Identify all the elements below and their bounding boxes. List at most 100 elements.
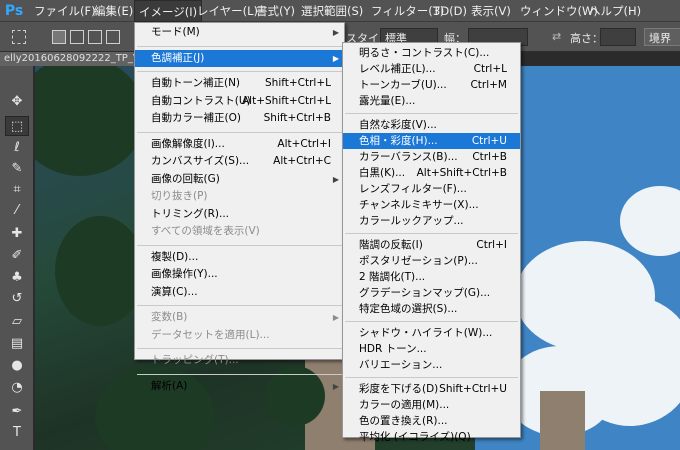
- adjustments-menu-item[interactable]: 色の置き換え(R)...: [343, 413, 520, 429]
- add-selection-icon[interactable]: [70, 30, 84, 44]
- adjustments-menu-item-label: 2 階調化(T)...: [359, 271, 426, 283]
- image-menu-item[interactable]: 画像操作(Y)...: [135, 266, 344, 284]
- menu-separator: [345, 377, 518, 378]
- lasso-tool-icon[interactable]: ℓ: [5, 138, 29, 158]
- menu-separator: [345, 233, 518, 234]
- blur-tool-icon[interactable]: ●: [5, 356, 29, 376]
- menu-view[interactable]: 表示(V): [467, 0, 515, 22]
- image-menu-item-label: 画像の回転(G): [151, 172, 220, 185]
- adjustments-menu-item[interactable]: 露光量(E)...: [343, 93, 520, 109]
- adjustments-menu-item-label: シャドウ・ハイライト(W)...: [359, 327, 493, 339]
- adjustments-menu-item[interactable]: レベル補正(L)... Ctrl+L: [343, 61, 520, 77]
- submenu-arrow-icon: ▶: [332, 381, 339, 391]
- menu-3d[interactable]: 3D(D): [429, 0, 471, 22]
- adjustments-menu-item[interactable]: カラーバランス(B)... Ctrl+B: [343, 149, 520, 165]
- height-input[interactable]: [600, 28, 636, 46]
- eyedropper-tool-icon[interactable]: ⁄: [5, 201, 29, 221]
- adjustments-menu-item[interactable]: ポスタリゼーション(P)...: [343, 253, 520, 269]
- history-brush-tool-icon[interactable]: ↺: [5, 289, 29, 309]
- image-menu-item-label: カンバスサイズ(S)...: [151, 155, 250, 167]
- adjustments-menu-item[interactable]: カラーの適用(M)...: [343, 397, 520, 413]
- image-menu-item[interactable]: 画像の回転(G) ▶: [135, 171, 344, 189]
- gradient-tool-icon[interactable]: ▤: [5, 334, 29, 354]
- image-menu-item[interactable]: モード(M) ▶: [135, 24, 344, 42]
- marquee-preset-icon[interactable]: [12, 30, 26, 44]
- adjustments-menu-item[interactable]: シャドウ・ハイライト(W)...: [343, 325, 520, 341]
- type-tool-icon[interactable]: T: [5, 423, 29, 443]
- adjustments-menu-item[interactable]: グラデーションマップ(G)...: [343, 285, 520, 301]
- image-menu-item[interactable]: 画像解像度(I)... Alt+Ctrl+I: [135, 136, 344, 154]
- marquee-tool-icon[interactable]: ⬚: [5, 116, 29, 136]
- image-menu-item: 切り抜き(P): [135, 188, 344, 206]
- menu-bar: Ps ファイル(F) 編集(E) イメージ(I) レイヤー(L) 書式(Y) 選…: [0, 0, 680, 22]
- image-menu-item[interactable]: 自動カラー補正(O) Shift+Ctrl+B: [135, 110, 344, 128]
- adjustments-menu-item[interactable]: カラールックアップ...: [343, 213, 520, 229]
- image-menu-item: トラッピング(T)...: [135, 352, 344, 370]
- adjustments-menu-item-label: 白黒(K)...: [359, 167, 406, 179]
- refine-edge-button[interactable]: 境界: [644, 28, 680, 46]
- adjustments-menu-item[interactable]: 平均化 (イコライズ)(Q): [343, 429, 520, 445]
- image-menu-item-label: 変数(B): [151, 311, 188, 323]
- healing-brush-tool-icon[interactable]: ✚: [5, 224, 29, 244]
- dodge-tool-icon[interactable]: ◔: [5, 378, 29, 398]
- adjustments-menu-item[interactable]: レンズフィルター(F)...: [343, 181, 520, 197]
- adjustments-menu-item[interactable]: 自然な彩度(V)...: [343, 117, 520, 133]
- image-menu-item-label: トリミング(R)...: [151, 207, 230, 220]
- adjustments-menu-item-label: HDR トーン...: [359, 343, 427, 355]
- image-menu-item: 変数(B) ▶: [135, 309, 344, 327]
- adjustments-menu-item-shortcut: Shift+Ctrl+U: [439, 383, 507, 395]
- photoshop-logo-icon: Ps: [4, 3, 24, 19]
- adjustments-menu-item-label: チャンネルミキサー(X)...: [359, 199, 479, 211]
- adjustments-submenu: 明るさ・コントラスト(C)... レベル補正(L)... Ctrl+L トーンカーブ(…: [342, 42, 521, 443]
- swap-icon[interactable]: ⇄: [552, 30, 561, 43]
- image-menu-item[interactable]: 解析(A) ▶: [135, 378, 344, 396]
- adjustments-menu-item[interactable]: 特定色域の選択(S)...: [343, 301, 520, 317]
- menu-image[interactable]: イメージ(I): [134, 0, 203, 22]
- new-selection-icon[interactable]: [52, 30, 66, 44]
- adjustments-menu-item-label: 色相・彩度(H)...: [359, 135, 438, 147]
- menu-edit[interactable]: 編集(E): [90, 0, 137, 22]
- clone-stamp-tool-icon[interactable]: ♣: [5, 268, 29, 288]
- subtract-selection-icon[interactable]: [88, 30, 102, 44]
- adjustments-menu-item-label: 階調の反転(I): [359, 239, 423, 251]
- image-menu-item-shortcut: Alt+Ctrl+I: [277, 137, 331, 150]
- adjustments-menu-item-label: トーンカーブ(U)...: [359, 79, 447, 91]
- quick-select-tool-icon[interactable]: ✎: [5, 159, 29, 179]
- adjustments-menu-item[interactable]: 2 階調化(T)...: [343, 269, 520, 285]
- pen-tool-icon[interactable]: ✒: [5, 402, 29, 422]
- menu-select[interactable]: 選択範囲(S): [297, 0, 367, 22]
- brush-tool-icon[interactable]: ✐: [5, 246, 29, 266]
- move-tool-icon[interactable]: ✥: [5, 92, 29, 112]
- adjustments-menu-item-label: 露光量(E)...: [359, 95, 416, 107]
- adjustments-menu-item[interactable]: 階調の反転(I) Ctrl+I: [343, 237, 520, 253]
- image-menu-item[interactable]: 自動コントラスト(U) Alt+Shift+Ctrl+L: [135, 93, 344, 111]
- menu-separator: [345, 321, 518, 322]
- adjustments-menu-item[interactable]: 色相・彩度(H)... Ctrl+U: [343, 133, 520, 149]
- eraser-tool-icon[interactable]: ▱: [5, 312, 29, 332]
- adjustments-menu-item-shortcut: Ctrl+M: [470, 79, 507, 91]
- adjustments-menu-item[interactable]: HDR トーン...: [343, 341, 520, 357]
- image-menu-item[interactable]: 自動トーン補正(N) Shift+Ctrl+L: [135, 75, 344, 93]
- foliage: [55, 216, 145, 326]
- image-menu-item[interactable]: 色調補正(J) ▶: [135, 49, 344, 67]
- image-menu-item[interactable]: カンバスサイズ(S)... Alt+Ctrl+C: [135, 153, 344, 171]
- menu-help[interactable]: ヘルプ(H): [585, 0, 645, 22]
- image-menu-item-label: 切り抜き(P): [151, 190, 208, 202]
- image-menu-item[interactable]: トリミング(R)...: [135, 206, 344, 224]
- menu-type[interactable]: 書式(Y): [252, 0, 299, 22]
- adjustments-menu-item[interactable]: 白黒(K)... Alt+Shift+Ctrl+B: [343, 165, 520, 181]
- adjustments-menu-item-label: 色の置き換え(R)...: [359, 415, 448, 427]
- adjustments-menu-item[interactable]: チャンネルミキサー(X)...: [343, 197, 520, 213]
- adjustments-menu-item-shortcut: Alt+Shift+Ctrl+B: [416, 167, 507, 179]
- image-menu-item[interactable]: 複製(D)...: [135, 249, 344, 267]
- adjustments-menu-item[interactable]: トーンカーブ(U)... Ctrl+M: [343, 77, 520, 93]
- crop-tool-icon[interactable]: ⌗: [5, 180, 29, 200]
- adjustments-menu-item[interactable]: 明るさ・コントラスト(C)...: [343, 45, 520, 61]
- menu-separator: [137, 348, 342, 349]
- intersect-selection-icon[interactable]: [106, 30, 120, 44]
- adjustments-menu-item[interactable]: バリエーション...: [343, 357, 520, 373]
- adjustments-menu-item-label: 明るさ・コントラスト(C)...: [359, 47, 490, 59]
- submenu-arrow-icon: ▶: [332, 313, 339, 322]
- image-menu-item[interactable]: 演算(C)...: [135, 284, 344, 302]
- adjustments-menu-item[interactable]: 彩度を下げる(D) Shift+Ctrl+U: [343, 381, 520, 397]
